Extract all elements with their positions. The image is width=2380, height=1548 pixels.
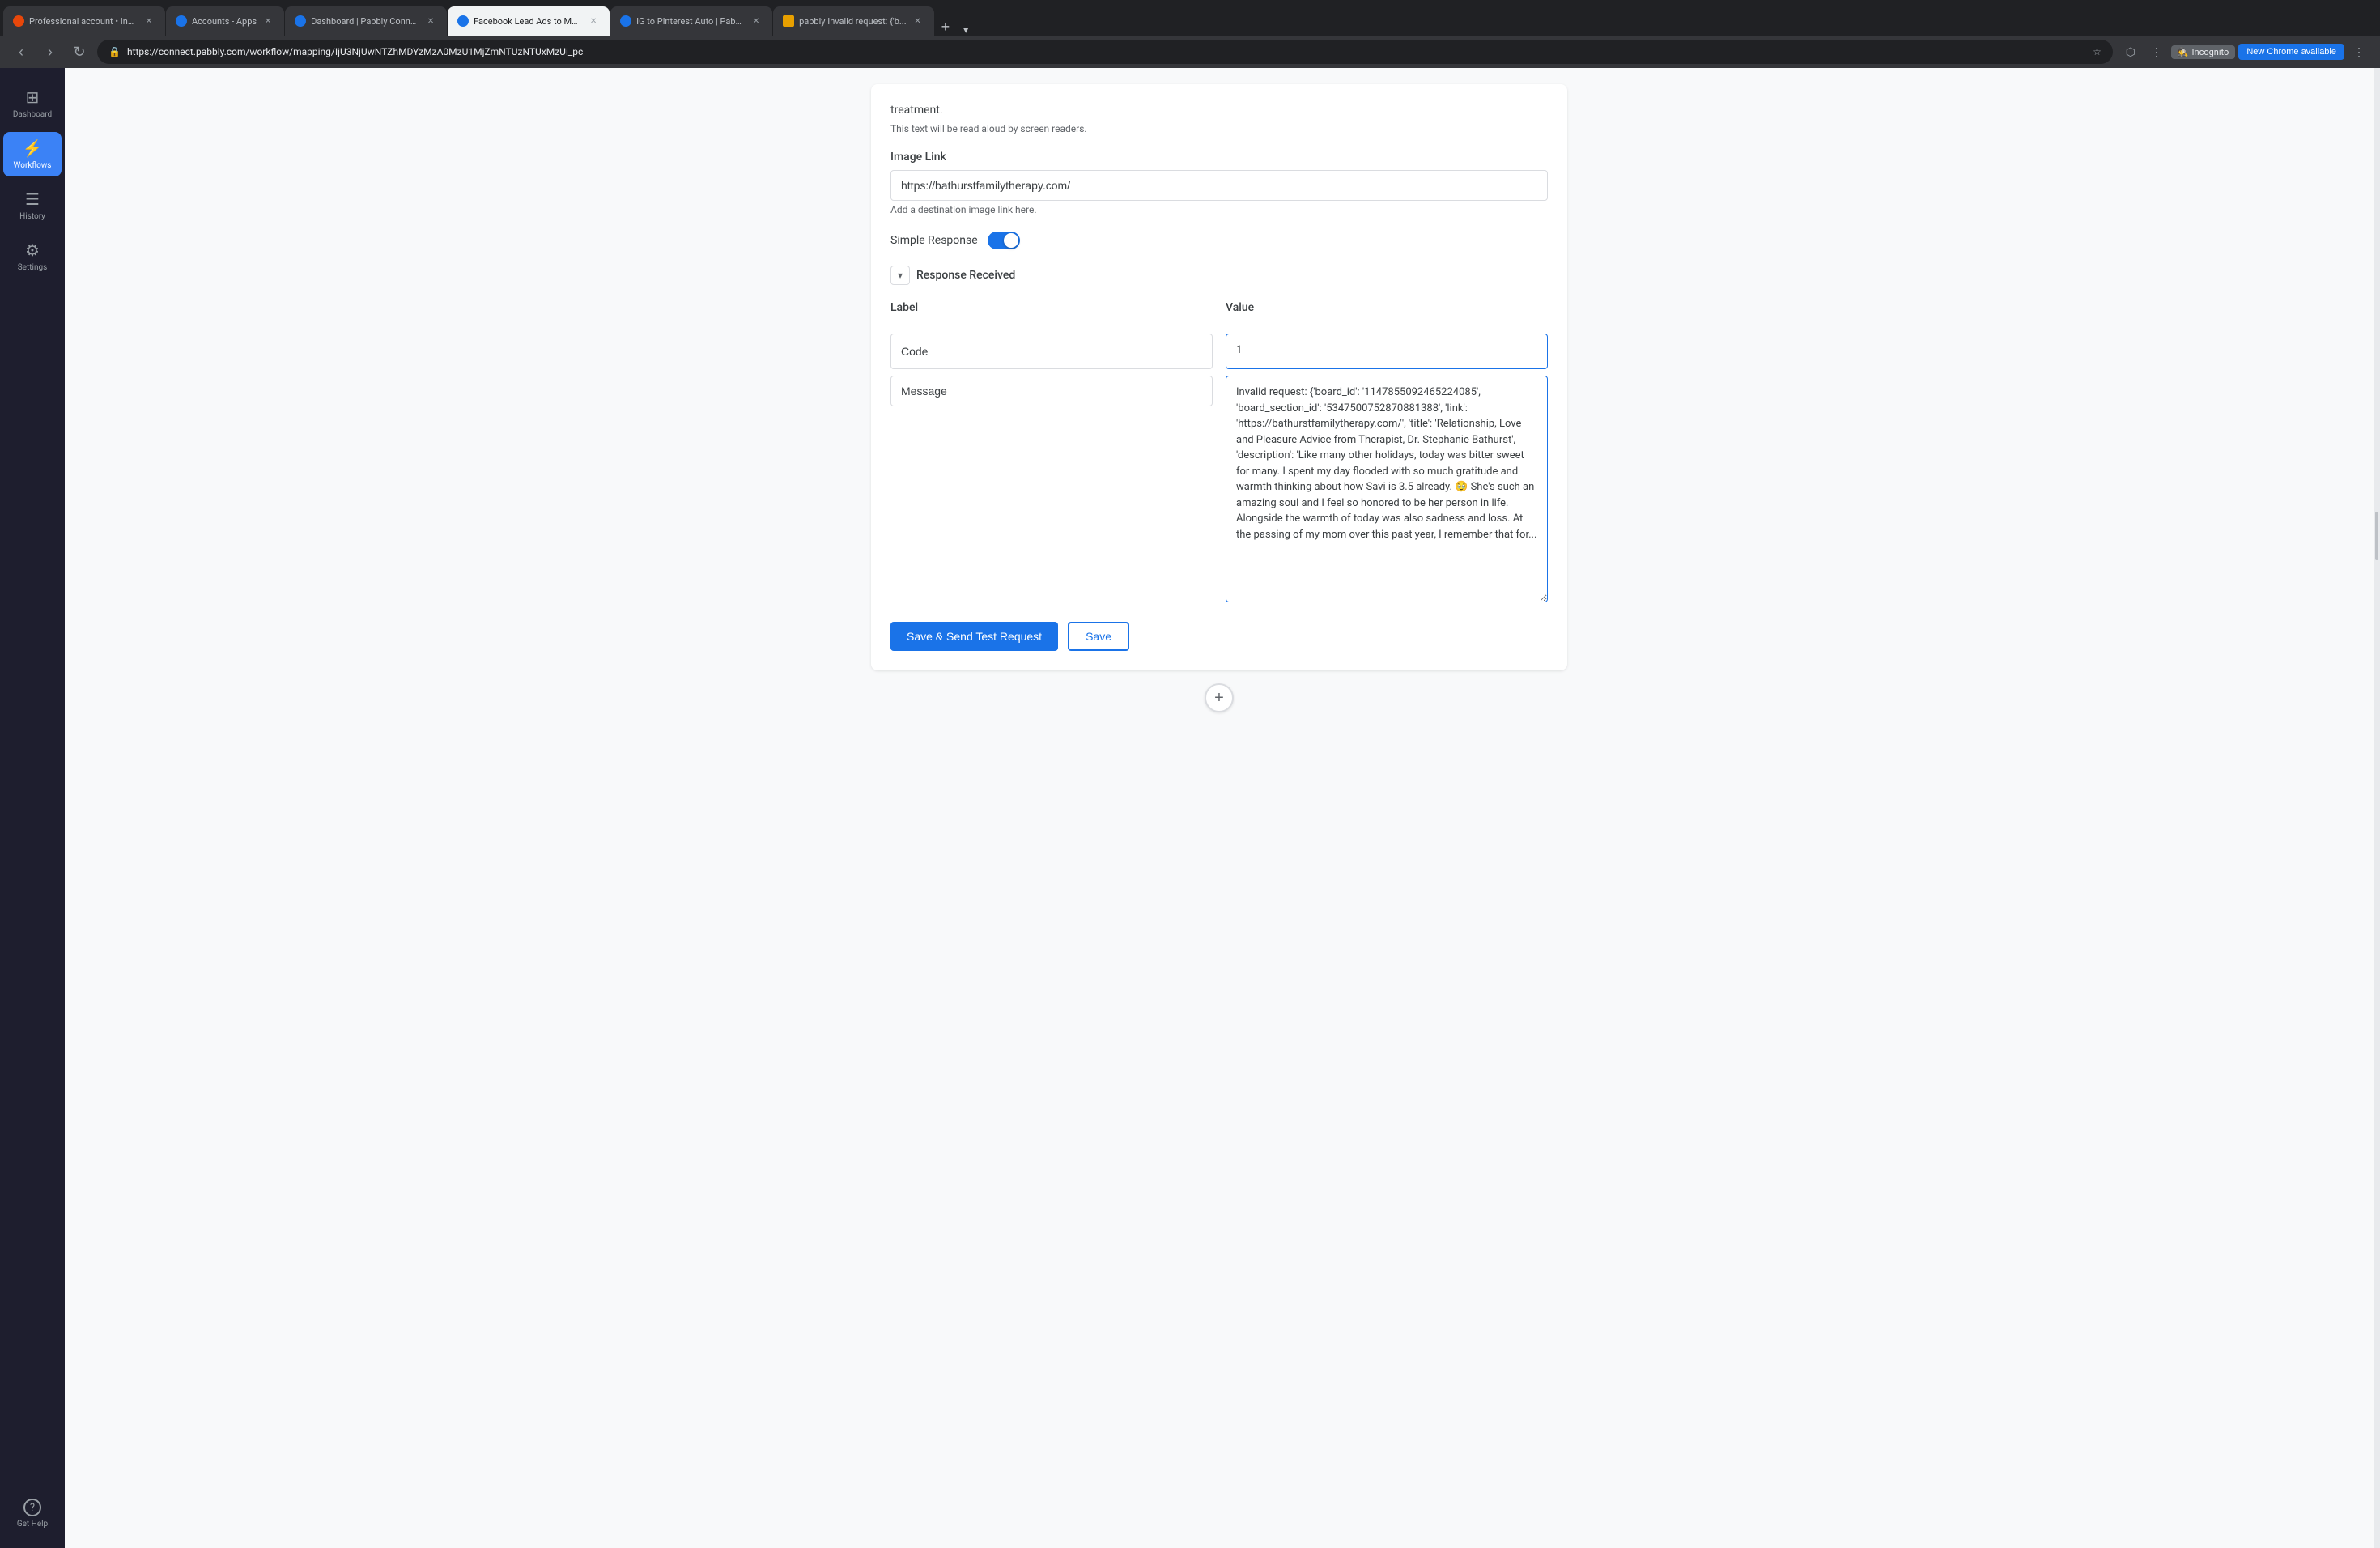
- url-text: https://connect.pabbly.com/workflow/mapp…: [127, 46, 2086, 57]
- tab-label: Facebook Lead Ads to Ma...: [474, 16, 582, 27]
- response-received-row: ▾ Response Received: [890, 266, 1548, 285]
- tab-close-button[interactable]: ✕: [261, 15, 274, 28]
- plus-icon: +: [1214, 689, 1224, 708]
- workflows-icon: ⚡: [23, 138, 43, 158]
- sidebar-item-dashboard[interactable]: ⊞ Dashboard: [3, 81, 62, 125]
- message-row: [890, 376, 1548, 602]
- code-label-input[interactable]: [890, 334, 1213, 369]
- bookmark-icon[interactable]: ☆: [2093, 46, 2102, 57]
- label-column-header: Label: [890, 301, 1213, 314]
- tab-label: Accounts - Apps: [192, 16, 257, 27]
- image-link-label: Image Link: [890, 151, 1548, 164]
- add-step-button[interactable]: +: [1205, 683, 1234, 712]
- tab-facebook-lead-ads[interactable]: Facebook Lead Ads to Ma... ✕: [448, 6, 610, 36]
- tab-favicon: [620, 15, 631, 27]
- sidebar-item-settings[interactable]: ⚙ Settings: [3, 234, 62, 279]
- scrollbar-thumb[interactable]: [2375, 512, 2378, 560]
- tab-pabbly-invalid[interactable]: pabbly Invalid request: {'b... ✕: [773, 6, 934, 36]
- tab-label: pabbly Invalid request: {'b...: [799, 16, 907, 27]
- collapse-button[interactable]: ▾: [890, 266, 910, 285]
- simple-response-toggle[interactable]: [988, 232, 1020, 249]
- simple-response-label: Simple Response: [890, 234, 978, 247]
- value-column-header: Value: [1226, 301, 1548, 314]
- url-bar[interactable]: 🔒 https://connect.pabbly.com/workflow/ma…: [97, 40, 2113, 64]
- code-value-input[interactable]: [1226, 334, 1548, 369]
- address-bar: ‹ › ↻ 🔒 https://connect.pabbly.com/workf…: [0, 36, 2380, 68]
- help-icon: ?: [23, 1499, 41, 1516]
- tab-favicon: [783, 15, 794, 27]
- tab-professional-account[interactable]: Professional account • Ins... ✕: [3, 6, 165, 36]
- tab-label: IG to Pinterest Auto | Pabb...: [636, 16, 745, 27]
- tab-ig-pinterest[interactable]: IG to Pinterest Auto | Pabb... ✕: [610, 6, 772, 36]
- message-value-textarea[interactable]: [1226, 376, 1548, 602]
- sidebar-item-label: Settings: [18, 263, 48, 272]
- incognito-badge: 🕵 Incognito: [2171, 45, 2236, 59]
- new-tab-button[interactable]: +: [935, 19, 957, 36]
- dashboard-icon: ⊞: [26, 87, 40, 107]
- incognito-icon: 🕵: [2178, 47, 2189, 57]
- forward-button[interactable]: ›: [39, 40, 62, 63]
- new-chrome-button[interactable]: New Chrome available: [2238, 44, 2344, 60]
- tab-close-button[interactable]: ✕: [587, 15, 600, 28]
- reload-button[interactable]: ↻: [68, 40, 91, 63]
- label-value-headers: Label Value: [890, 301, 1548, 321]
- chrome-menu-button[interactable]: ⋮: [2348, 40, 2370, 63]
- sidebar-item-label: History: [19, 212, 45, 221]
- tab-close-button[interactable]: ✕: [424, 15, 437, 28]
- lock-icon: 🔒: [108, 46, 121, 57]
- app-layout: ⊞ Dashboard ⚡ Workflows ☰ History ⚙ Sett…: [0, 68, 2380, 1548]
- history-icon: ☰: [25, 189, 40, 209]
- tab-label: Professional account • Ins...: [29, 16, 138, 27]
- incognito-label: Incognito: [2192, 47, 2229, 57]
- sidebar-item-label: Get Help: [17, 1520, 48, 1529]
- response-received-label: Response Received: [916, 269, 1015, 282]
- truncated-text: treatment.: [890, 104, 1548, 117]
- extension-button[interactable]: ⬡: [2119, 40, 2142, 63]
- image-link-input[interactable]: [890, 170, 1548, 201]
- tab-accounts-apps[interactable]: Accounts - Apps ✕: [166, 6, 284, 36]
- tab-favicon: [13, 15, 24, 27]
- tab-bar: Professional account • Ins... ✕ Accounts…: [0, 0, 2380, 36]
- settings-icon: ⚙: [25, 240, 40, 260]
- tab-close-button[interactable]: ✕: [912, 15, 924, 28]
- tab-overflow-button[interactable]: ▾: [957, 24, 975, 36]
- sidebar-item-label: Workflows: [14, 161, 52, 170]
- code-row: [890, 334, 1548, 369]
- bottom-add-section: +: [871, 670, 1567, 725]
- tab-close-button[interactable]: ✕: [142, 15, 155, 28]
- content-area: treatment. This text will be read aloud …: [855, 68, 1583, 742]
- tab-dashboard-pabbly[interactable]: Dashboard | Pabbly Conne... ✕: [285, 6, 447, 36]
- sidebar-item-workflows[interactable]: ⚡ Workflows: [3, 132, 62, 176]
- message-label-input[interactable]: [890, 376, 1213, 406]
- screen-reader-helper: This text will be read aloud by screen r…: [890, 123, 1548, 134]
- image-link-group: Image Link Add a destination image link …: [890, 151, 1548, 215]
- main-content: treatment. This text will be read aloud …: [65, 68, 2374, 1548]
- scrollbar[interactable]: [2374, 68, 2380, 1548]
- image-link-helper: Add a destination image link here.: [890, 204, 1548, 215]
- form-actions: Save & Send Test Request Save: [890, 622, 1548, 651]
- save-send-test-button[interactable]: Save & Send Test Request: [890, 622, 1058, 651]
- tab-label: Dashboard | Pabbly Conne...: [311, 16, 419, 27]
- tab-close-button[interactable]: ✕: [750, 15, 763, 28]
- save-button[interactable]: Save: [1068, 622, 1129, 651]
- back-button[interactable]: ‹: [10, 40, 32, 63]
- simple-response-row: Simple Response: [890, 232, 1548, 249]
- menu-button[interactable]: ⋮: [2145, 40, 2168, 63]
- sidebar: ⊞ Dashboard ⚡ Workflows ☰ History ⚙ Sett…: [0, 68, 65, 1548]
- tab-favicon: [457, 15, 469, 27]
- sidebar-item-get-help[interactable]: ? Get Help: [3, 1492, 62, 1535]
- form-card: treatment. This text will be read aloud …: [871, 84, 1567, 670]
- tab-favicon: [176, 15, 187, 27]
- browser-chrome: Professional account • Ins... ✕ Accounts…: [0, 0, 2380, 68]
- sidebar-item-history[interactable]: ☰ History: [3, 183, 62, 228]
- sidebar-item-label: Dashboard: [13, 110, 52, 119]
- tab-favicon: [295, 15, 306, 27]
